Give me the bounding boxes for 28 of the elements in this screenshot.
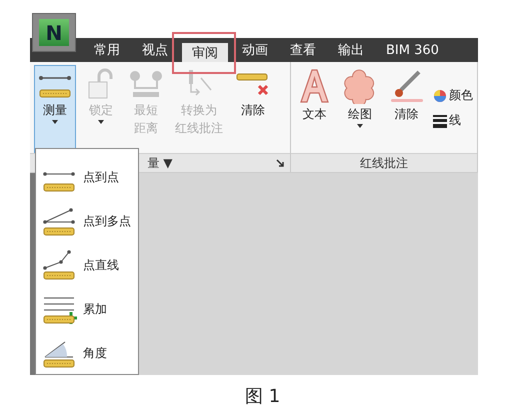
ribbon-button[interactable]: 清除	[386, 65, 427, 153]
ribbon-tab[interactable]: 查看	[282, 38, 324, 62]
ribbon-tab[interactable]: 视点	[134, 38, 176, 62]
color-wheel-icon	[433, 88, 447, 102]
ribbon-tab[interactable]: 审阅	[182, 43, 228, 62]
ribbon-button[interactable]: 文本	[295, 65, 334, 153]
ribbon-small-button[interactable]: 线	[433, 112, 473, 129]
logo: N	[39, 19, 69, 46]
group-label: 红线批注	[291, 153, 477, 172]
ribbon-tab[interactable]: 动画	[234, 38, 276, 62]
ribbon-tab[interactable]: BIM 360	[378, 38, 447, 62]
ribbon-button[interactable]: 绘图	[340, 65, 380, 153]
highlight-frame	[172, 32, 236, 74]
ribbon-button[interactable]: 测量	[34, 65, 76, 153]
ribbon-tab[interactable]: 常用	[86, 38, 128, 62]
menu-item[interactable]: 角度	[36, 333, 138, 374]
menu-item[interactable]: 累加	[36, 289, 138, 330]
ribbon-tab[interactable]: 输出	[330, 38, 372, 62]
application-button[interactable]: N	[32, 13, 76, 52]
menu-item[interactable]: 点直线	[36, 245, 138, 286]
launcher-icon[interactable]	[276, 159, 284, 167]
menu-item[interactable]: 点到多点	[36, 201, 138, 242]
pins-icon	[129, 68, 163, 100]
line-width-icon	[433, 114, 447, 128]
ribbon-small-button[interactable]: 颜色	[433, 87, 473, 104]
ribbon-button[interactable]: 清除	[232, 65, 274, 153]
figure-caption: 图 1	[245, 385, 280, 408]
brush-icon	[388, 68, 425, 104]
